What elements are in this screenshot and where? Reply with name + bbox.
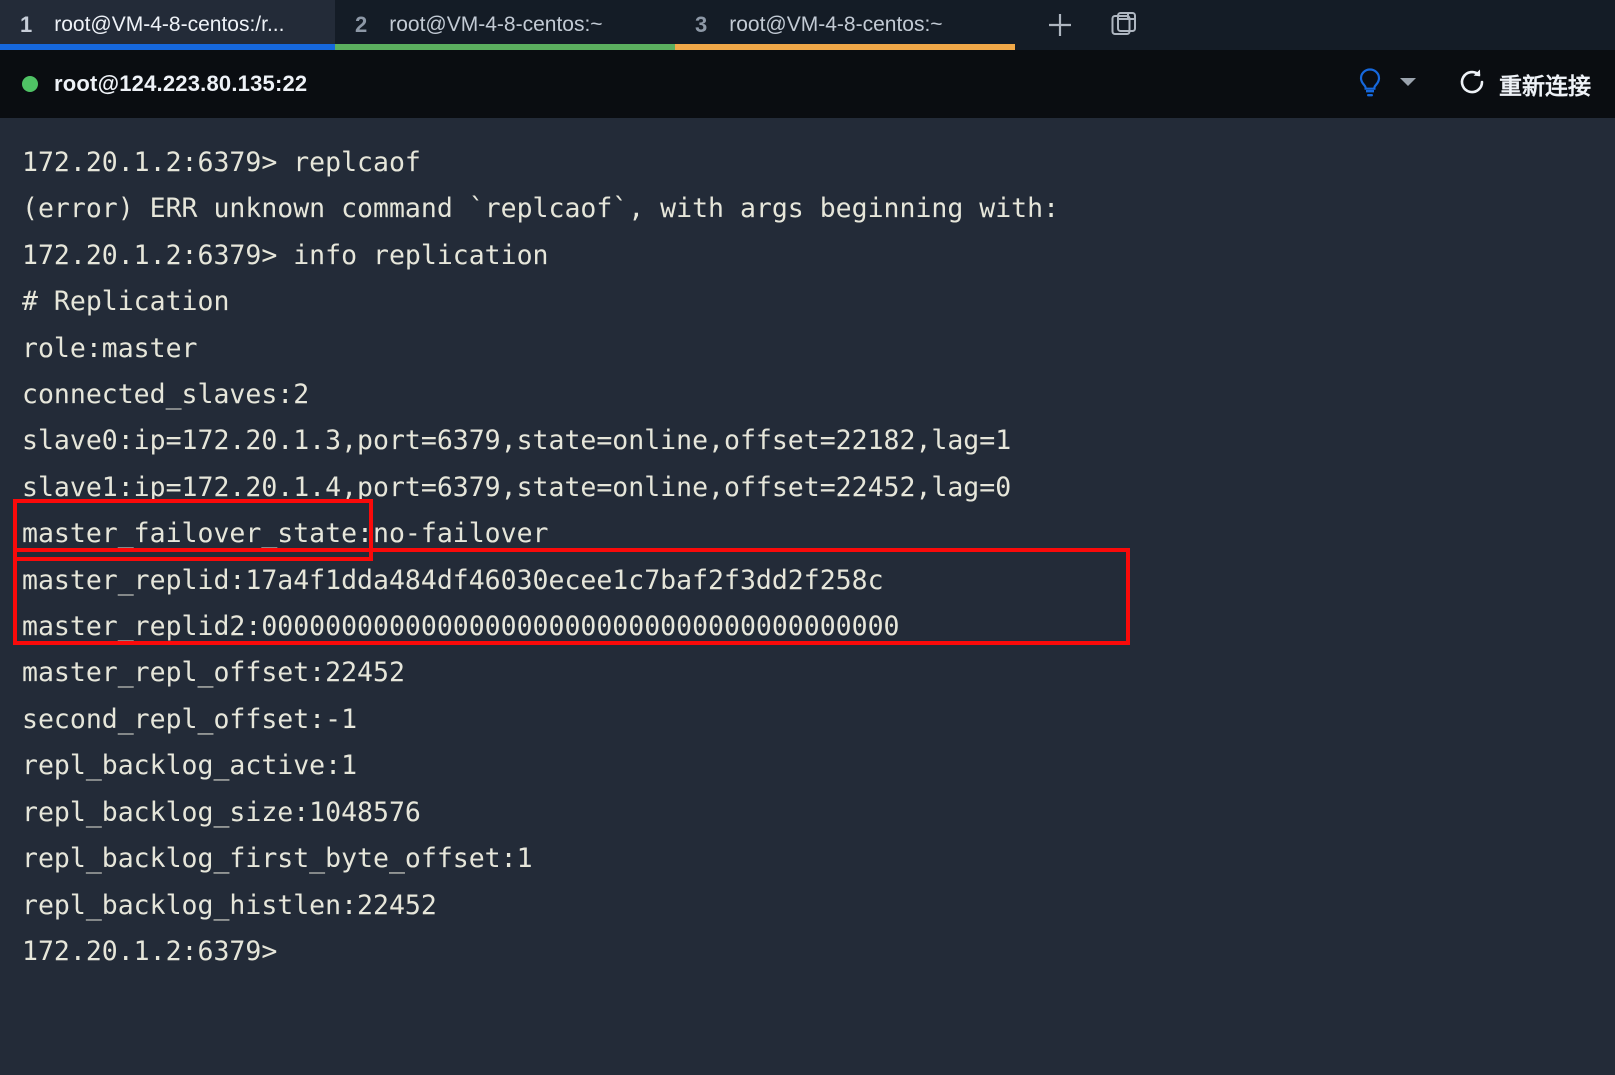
tab-underline-2	[335, 44, 675, 50]
new-tab-icon[interactable]	[1043, 8, 1077, 42]
tab-index-3: 3	[695, 12, 708, 37]
connection-info: root@124.223.80.135:22	[22, 71, 307, 97]
tab-underline-1	[0, 44, 335, 50]
terminal-tab-2[interactable]: 2 root@VM-4-8-centos:~	[335, 0, 675, 50]
terminal-line: slave1:ip=172.20.1.4,port=6379,state=onl…	[22, 471, 1012, 503]
terminal-output-area[interactable]: 172.20.1.2:6379> replcaof (error) ERR un…	[0, 118, 1615, 1075]
tab-bar-actions	[1015, 0, 1141, 50]
terminal-line: 172.20.1.2:6379>	[22, 935, 278, 967]
chevron-down-icon	[1399, 75, 1417, 93]
tips-dropdown[interactable]	[1355, 66, 1417, 103]
terminal-line: (error) ERR unknown command `replcaof`, …	[22, 193, 1060, 225]
tab-title-2: root@VM-4-8-centos:~	[389, 13, 603, 36]
terminal-line: role:master	[22, 332, 198, 364]
terminal-line: repl_backlog_first_byte_offset:1	[22, 843, 533, 875]
lightbulb-icon	[1355, 66, 1385, 103]
tab-title-3: root@VM-4-8-centos:~	[729, 13, 943, 36]
tab-title-1: root@VM-4-8-centos:/r...	[54, 13, 285, 36]
reconnect-label: 重新连接	[1499, 73, 1591, 99]
tab-index-2: 2	[355, 12, 368, 37]
reconnect-button[interactable]: 重新连接	[1457, 67, 1591, 102]
refresh-icon	[1457, 67, 1487, 102]
terminal-line: 172.20.1.2:6379> info replication	[22, 239, 549, 271]
terminal-line: master_replid2:0000000000000000000000000…	[22, 611, 900, 643]
terminal-line: master_replid:17a4f1dda484df46030ecee1c7…	[22, 564, 884, 596]
terminal-line: 172.20.1.2:6379> replcaof	[22, 147, 421, 178]
terminal-line: master_failover_state:no-failover	[22, 518, 549, 550]
connection-actions: 重新连接	[1355, 66, 1591, 103]
terminal-line: repl_backlog_active:1	[22, 750, 358, 782]
terminal-line: connected_slaves:2	[22, 379, 310, 411]
terminal-tab-3[interactable]: 3 root@VM-4-8-centos:~	[675, 0, 1015, 50]
tab-index-1: 1	[20, 12, 33, 37]
window-list-icon[interactable]	[1107, 8, 1141, 42]
connection-bar: root@124.223.80.135:22 重新连接	[0, 50, 1615, 118]
terminal-line: slave0:ip=172.20.1.3,port=6379,state=onl…	[22, 425, 1012, 457]
connection-host-label: root@124.223.80.135:22	[54, 71, 308, 96]
terminal-line: repl_backlog_histlen:22452	[22, 889, 437, 921]
terminal-line: master_repl_offset:22452	[22, 657, 405, 689]
tab-bar: 1 root@VM-4-8-centos:/r... 2 root@VM-4-8…	[0, 0, 1615, 50]
tab-underline-3	[675, 44, 1015, 50]
connection-status-dot	[22, 76, 38, 92]
terminal-line: # Replication	[22, 286, 230, 318]
terminal-tab-1[interactable]: 1 root@VM-4-8-centos:/r...	[0, 0, 335, 50]
terminal-line: second_repl_offset:-1	[22, 703, 358, 735]
terminal-line: repl_backlog_size:1048576	[22, 796, 421, 828]
